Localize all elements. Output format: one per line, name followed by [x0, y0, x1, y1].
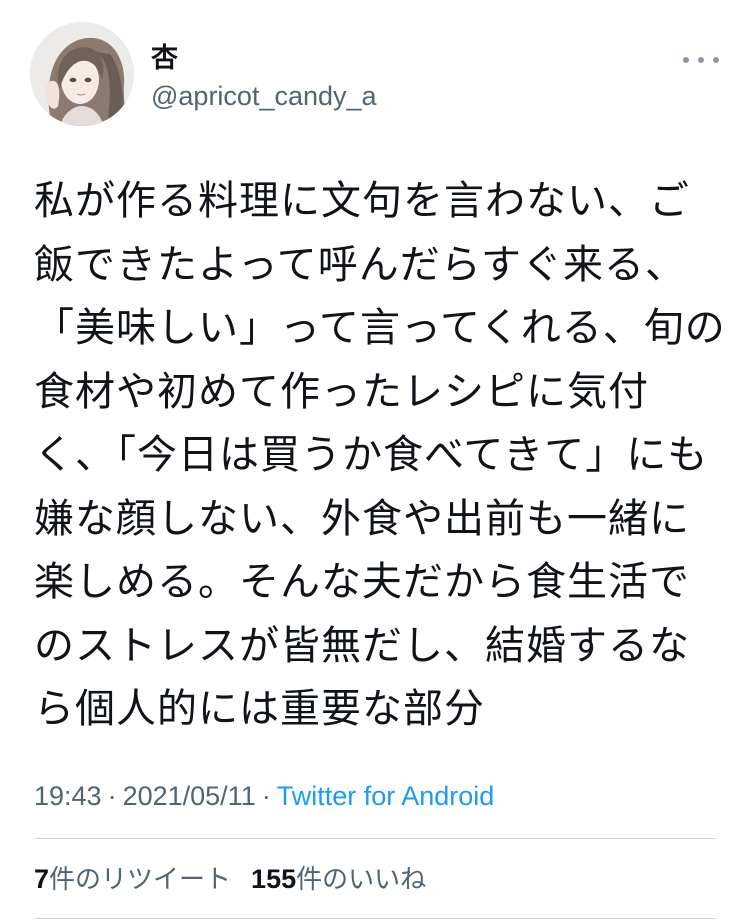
likes-stat[interactable]: 155件のいいね — [251, 864, 427, 895]
meta-separator: · — [107, 781, 117, 811]
tweet-text-line: 嫌な顔しない、外食や出前も一緒に — [34, 495, 690, 542]
tweet-meta: 19:43 · 2021/05/11 · Twitter for Android — [34, 779, 494, 813]
likes-label: 件のいいね — [296, 865, 427, 895]
tweet-text-line: く、「今日は買うか食べてきて」にも — [34, 432, 709, 478]
tweet-text-line: ら個人的には重要な部分 — [34, 686, 485, 732]
tweet-text-line: 私が作る料理に文句を言わない、ご — [34, 178, 690, 224]
tweet-text-line: 食材や初めて作ったレシピに気付 — [34, 368, 649, 415]
dot — [713, 57, 719, 63]
tweet-time[interactable]: 19:43 — [34, 781, 102, 811]
avatar[interactable] — [30, 22, 134, 126]
divider — [34, 918, 716, 919]
tweet-text-line: のストレスが皆無だし、結婚するな — [34, 622, 690, 669]
retweets-label: 件のリツイート — [49, 865, 232, 895]
dot — [698, 57, 704, 63]
tweet-text-line: 飯できたよって呼んだらすぐ来る、 — [34, 241, 686, 288]
avatar-illustration — [30, 22, 134, 126]
display-name[interactable]: 杏 — [151, 42, 178, 76]
divider — [34, 838, 716, 839]
likes-count: 155 — [251, 864, 297, 894]
user-handle[interactable]: @apricot_candy_a — [151, 79, 377, 113]
tweet-detail: 杏 @apricot_candy_a 私が作る料理に文句を言わない、ご 飯できた… — [0, 0, 750, 921]
more-horizontal-icon[interactable] — [683, 53, 719, 67]
tweet-text: 私が作る料理に文句を言わない、ご 飯できたよって呼んだらすぐ来る、 「美味しい」… — [34, 170, 726, 742]
tweet-text-line: 楽しめる。そんな夫だから食生活で — [34, 559, 690, 605]
dot — [683, 57, 689, 63]
tweet-date[interactable]: 2021/05/11 — [123, 781, 256, 811]
meta-separator: · — [261, 781, 271, 811]
tweet-stats: 7件のリツイート 155件のいいね — [34, 862, 426, 897]
tweet-text-line: 「美味しい」って言ってくれる、旬の — [34, 305, 726, 351]
tweet-source-link[interactable]: Twitter for Android — [277, 781, 495, 811]
retweets-count: 7 — [34, 864, 50, 894]
retweets-stat[interactable]: 7件のリツイート — [34, 864, 232, 895]
